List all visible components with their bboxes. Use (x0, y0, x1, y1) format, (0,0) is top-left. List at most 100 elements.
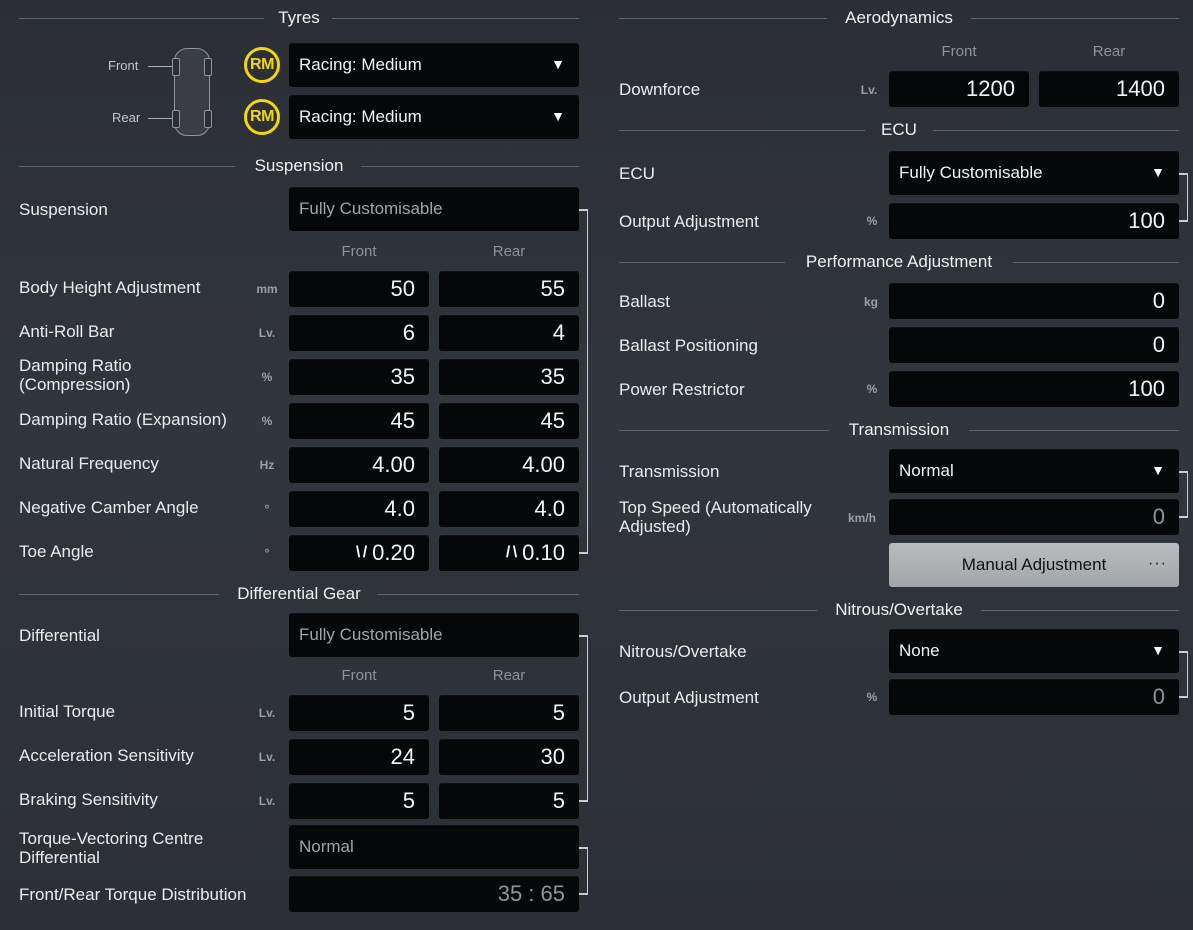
downforce-rear-field[interactable]: 1400 (1039, 71, 1179, 107)
suspension-row-unit: Hz (259, 458, 275, 472)
nitrous-dropdown[interactable]: None ▼ (889, 629, 1179, 673)
power-restrictor-unit: % (866, 382, 878, 396)
rear-tyre-value: Racing: Medium (299, 107, 422, 126)
transmission-bracket (1179, 471, 1188, 517)
downforce-rear-value: 1400 (1116, 76, 1165, 101)
suspension-rear-value: 45 (540, 408, 565, 433)
suspension-bracket-bottom (579, 552, 588, 554)
suspension-front-field[interactable]: 50 (289, 271, 429, 307)
transmission-dropdown[interactable]: Normal ▼ (889, 449, 1179, 493)
suspension-row-label: Anti-Roll Bar (19, 322, 115, 341)
dropdown-arrow-icon: ▼ (551, 108, 565, 125)
suspension-rear-value: 4.0 (534, 496, 565, 521)
suspension-rear-field[interactable]: 4.0 (439, 491, 579, 527)
tvcd-bracket-bottom (579, 893, 588, 895)
manual-adjustment-label: Manual Adjustment (961, 555, 1107, 574)
suspension-front-value: 4.0 (384, 496, 415, 521)
top-speed-field[interactable]: 0 (889, 499, 1179, 535)
ballast-positioning-label: Ballast Positioning (619, 336, 758, 355)
rear-tyre-dropdown[interactable]: Racing: Medium ▼ (289, 95, 579, 139)
torque-distribution-value: 35 : 65 (497, 881, 565, 906)
suspension-row-label: Negative Camber Angle (19, 498, 199, 517)
ecu-output-label: Output Adjustment (619, 212, 759, 231)
suspension-front-field[interactable]: 4.00 (289, 447, 429, 483)
suspension-front-header: Front (341, 243, 377, 260)
tyres-title: Tyres (278, 8, 320, 27)
differential-row-unit: Lv. (258, 750, 276, 764)
suspension-front-field[interactable]: 45 (289, 403, 429, 439)
differential-rear-field[interactable]: 5 (439, 783, 579, 819)
suspension-rear-field[interactable]: / \ 0.10 (439, 535, 579, 571)
nitrous-output-unit: % (866, 690, 878, 704)
ecu-output-field[interactable]: 100 (889, 203, 1179, 239)
dropdown-arrow-icon: ▼ (1151, 462, 1165, 479)
ballast-positioning-field[interactable]: 0 (889, 327, 1179, 363)
downforce-front-value: 1200 (966, 76, 1015, 101)
nitrous-output-field[interactable]: 0 (889, 679, 1179, 715)
downforce-unit: Lv. (860, 83, 878, 97)
toe-out-icon: / \ (505, 544, 517, 561)
dropdown-arrow-icon: ▼ (551, 56, 565, 73)
suspension-rear-value: 35 (540, 364, 565, 389)
rear-right-wheel-icon (204, 110, 212, 128)
suspension-rear-field[interactable]: 35 (439, 359, 579, 395)
differential-rear-field[interactable]: 30 (439, 739, 579, 775)
performance-section-header: Performance Adjustment (619, 252, 1179, 272)
suspension-rear-field[interactable]: 55 (439, 271, 579, 307)
suspension-rear-field[interactable]: 4 (439, 315, 579, 351)
differential-front-value: 5 (402, 788, 415, 813)
suspension-section-header: Suspension (19, 156, 579, 176)
differential-mode-field[interactable]: Fully Customisable (289, 613, 579, 657)
suspension-rear-field[interactable]: 4.00 (439, 447, 579, 483)
ecu-title: ECU (881, 120, 917, 139)
differential-front-field[interactable]: 24 (289, 739, 429, 775)
differential-rear-header: Rear (492, 667, 526, 684)
transmission-bracket-bottom (1179, 516, 1188, 518)
differential-front-field[interactable]: 5 (289, 695, 429, 731)
aero-section-header: Aerodynamics (619, 8, 1179, 28)
suspension-rear-field[interactable]: 45 (439, 403, 579, 439)
toe-in-icon: \ / (355, 544, 367, 561)
suspension-rear-value: 55 (540, 276, 565, 301)
ecu-output-unit: % (866, 214, 878, 228)
differential-front-field[interactable]: 5 (289, 783, 429, 819)
differential-bracket-bottom (579, 800, 588, 802)
front-pointer-line (148, 66, 174, 67)
front-axle-label: Front (108, 58, 139, 73)
ballast-value: 0 (1152, 288, 1165, 313)
suspension-front-field[interactable]: \ / 0.20 (289, 535, 429, 571)
downforce-label: Downforce (619, 80, 701, 99)
differential-row-unit: Lv. (258, 794, 276, 808)
ecu-bracket-bottom (1179, 220, 1188, 222)
torque-distribution-field[interactable]: 35 : 65 (289, 876, 579, 912)
tvcd-field[interactable]: Normal (289, 825, 579, 869)
ballast-label: Ballast (619, 292, 671, 311)
more-options-icon: ··· (1148, 555, 1167, 573)
differential-front-header: Front (341, 667, 377, 684)
differential-rear-field[interactable]: 5 (439, 695, 579, 731)
differential-mode-label: Differential (19, 626, 100, 645)
rear-left-wheel-icon (172, 110, 180, 128)
suspension-front-value: 6 (402, 320, 415, 345)
ballast-field[interactable]: 0 (889, 283, 1179, 319)
suspension-rear-value: 4 (552, 320, 565, 345)
differential-bracket (579, 635, 588, 801)
ecu-dropdown[interactable]: Fully Customisable ▼ (889, 151, 1179, 195)
front-tyre-dropdown[interactable]: Racing: Medium ▼ (289, 43, 579, 87)
downforce-front-field[interactable]: 1200 (889, 71, 1029, 107)
top-speed-unit: km/h (847, 511, 877, 525)
power-restrictor-label: Power Restrictor (619, 380, 745, 399)
suspension-front-field[interactable]: 35 (289, 359, 429, 395)
suspension-front-field[interactable]: 4.0 (289, 491, 429, 527)
power-restrictor-field[interactable]: 100 (889, 371, 1179, 407)
suspension-row-label: Natural Frequency (19, 454, 159, 473)
front-right-wheel-icon (204, 58, 212, 76)
differential-front-value: 24 (390, 744, 415, 769)
aero-title: Aerodynamics (845, 8, 953, 27)
manual-adjustment-button[interactable]: Manual Adjustment ··· (889, 543, 1179, 587)
suspension-mode-field[interactable]: Fully Customisable (289, 187, 579, 231)
rear-pointer-line (148, 118, 174, 119)
ballast-positioning-value: 0 (1152, 332, 1165, 357)
suspension-front-field[interactable]: 6 (289, 315, 429, 351)
performance-title: Performance Adjustment (805, 252, 993, 271)
